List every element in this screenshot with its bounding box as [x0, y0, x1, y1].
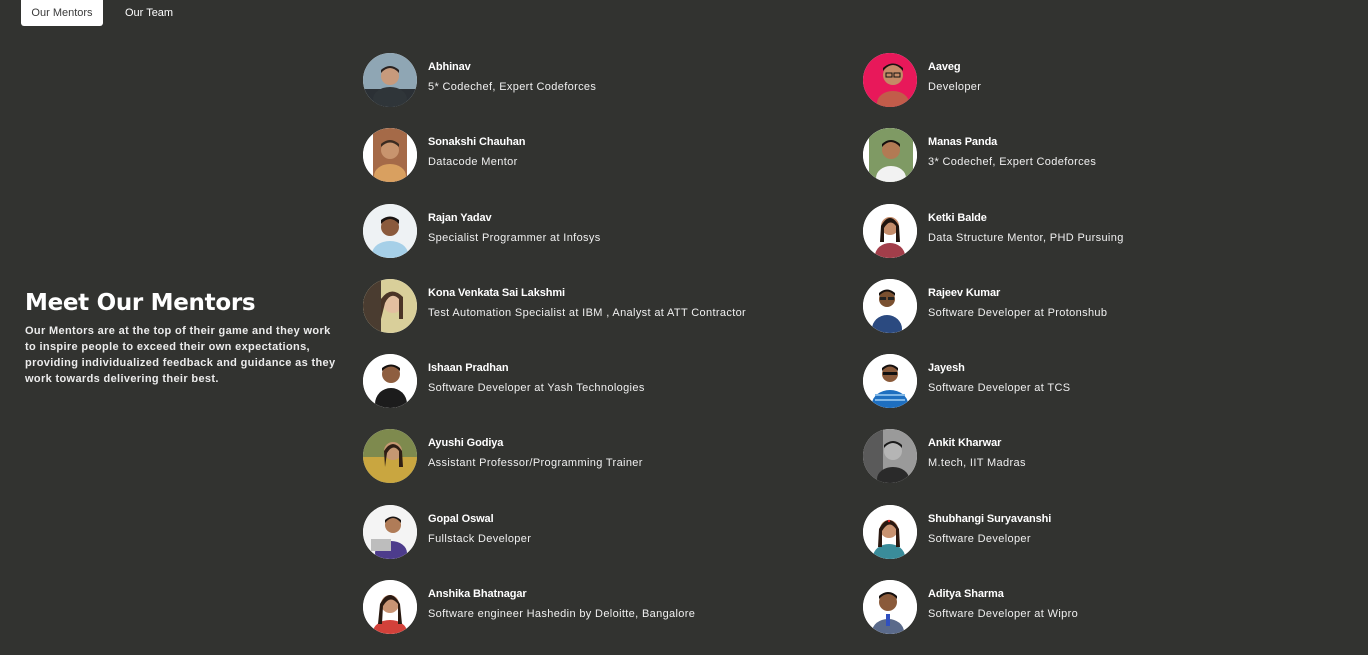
- mentor-name: Sonakshi Chauhan: [428, 136, 526, 149]
- avatar: [863, 429, 917, 484]
- mentor-name: Gopal Oswal: [428, 512, 494, 525]
- mentor-name: Ankit Kharwar: [928, 437, 1002, 450]
- mentor-card: Ankit Kharwar M.tech, IIT Madras: [863, 429, 1124, 484]
- intro-section: Meet Our Mentors Our Mentors are at the …: [25, 288, 345, 387]
- tab-our-mentors[interactable]: Our Mentors: [21, 0, 103, 26]
- mentor-card: Ketki Balde Data Structure Mentor, PHD P…: [863, 203, 1124, 258]
- mentor-name: Kona Venkata Sai Lakshmi: [428, 286, 565, 299]
- mentor-name: Aaveg: [928, 61, 961, 73]
- avatar: [863, 203, 917, 258]
- avatar: [363, 354, 417, 409]
- tab-our-team[interactable]: Our Team: [114, 0, 184, 26]
- mentor-name: Ishaan Pradhan: [428, 362, 509, 375]
- mentor-name: Manas Panda: [928, 136, 998, 149]
- mentor-role: Software Developer at Protonshub: [928, 306, 1108, 319]
- mentor-card: Jayesh Software Developer at TCS: [863, 354, 1124, 409]
- avatar: [863, 580, 917, 635]
- tab-bar: Our Mentors Our Team: [21, 0, 184, 26]
- avatar: [863, 278, 917, 333]
- mentor-role: Data Structure Mentor, PHD Pursuing: [928, 231, 1124, 244]
- mentor-name: Rajan Yadav: [428, 211, 492, 224]
- mentor-card: Gopal Oswal Fullstack Developer: [363, 504, 746, 559]
- mentor-role: Assistant Professor/Programming Trainer: [428, 457, 643, 470]
- mentor-role: 3* Codechef, Expert Codeforces: [928, 156, 1097, 169]
- mentor-card: Ishaan Pradhan Software Developer at Yas…: [363, 354, 746, 409]
- mentor-role: Fullstack Developer: [428, 532, 532, 545]
- mentor-card: Anshika Bhatnagar Software engineer Hash…: [363, 580, 746, 635]
- mentor-role: 5* Codechef, Expert Codeforces: [428, 81, 597, 93]
- mentor-card: Sonakshi Chauhan Datacode Mentor: [363, 128, 746, 183]
- mentor-card: Kona Venkata Sai Lakshmi Test Automation…: [363, 278, 747, 333]
- mentor-role: Software Developer: [928, 532, 1031, 545]
- mentor-list-right: Aaveg Developer Manas Panda 3* Codechef,…: [863, 53, 1124, 655]
- mentor-card: Rajan Yadav Specialist Programmer at Inf…: [363, 203, 746, 258]
- mentor-card: Aaveg Developer: [863, 53, 1124, 107]
- mentor-name: Aditya Sharma: [928, 588, 1004, 601]
- avatar: [363, 504, 417, 559]
- mentor-card: Rajeev Kumar Software Developer at Proto…: [863, 278, 1124, 333]
- mentor-name: Jayesh: [928, 362, 965, 375]
- mentor-role: M.tech, IIT Madras: [928, 457, 1026, 470]
- avatar: [863, 53, 917, 107]
- avatar: [863, 128, 917, 183]
- mentor-role: Software Developer at Wipro: [928, 608, 1079, 621]
- mentor-name: Shubhangi Suryavanshi: [928, 512, 1052, 525]
- avatar: [363, 203, 417, 258]
- mentor-role: Software Developer at TCS: [928, 382, 1071, 395]
- mentor-card: Ayushi Godiya Assistant Professor/Progra…: [363, 429, 746, 484]
- mentor-card: Shubhangi Suryavanshi Software Developer: [863, 504, 1124, 559]
- avatar: [363, 580, 417, 635]
- mentor-card: Manas Panda 3* Codechef, Expert Codeforc…: [863, 128, 1124, 183]
- mentor-role: Specialist Programmer at Infosys: [428, 231, 601, 244]
- avatar: [363, 429, 417, 484]
- mentor-name: Anshika Bhatnagar: [428, 588, 527, 601]
- avatar: [363, 53, 417, 107]
- mentor-name: Ayushi Godiya: [428, 437, 504, 450]
- page-title: Meet Our Mentors: [25, 290, 256, 316]
- mentor-role: Software engineer Hashedin by Deloitte, …: [428, 608, 696, 621]
- mentor-card: Aditya Sharma Software Developer at Wipr…: [863, 580, 1124, 635]
- mentor-role: Test Automation Specialist at IBM , Anal…: [428, 306, 747, 319]
- avatar: [863, 354, 917, 409]
- mentor-role: Software Developer at Yash Technologies: [428, 382, 645, 395]
- intro-description: Our Mentors are at the top of their game…: [25, 325, 336, 385]
- mentor-list-left: Abhinav 5* Codechef, Expert Codeforces S…: [363, 53, 746, 655]
- mentor-role: Datacode Mentor: [428, 156, 518, 169]
- mentor-name: Abhinav: [428, 61, 471, 73]
- mentor-name: Ketki Balde: [928, 211, 987, 224]
- avatar: [863, 504, 917, 559]
- mentor-role: Developer: [928, 81, 982, 93]
- mentor-name: Rajeev Kumar: [928, 286, 1001, 299]
- avatar: [363, 128, 417, 183]
- avatar: [363, 278, 417, 333]
- mentor-card: Abhinav 5* Codechef, Expert Codeforces: [363, 53, 746, 107]
